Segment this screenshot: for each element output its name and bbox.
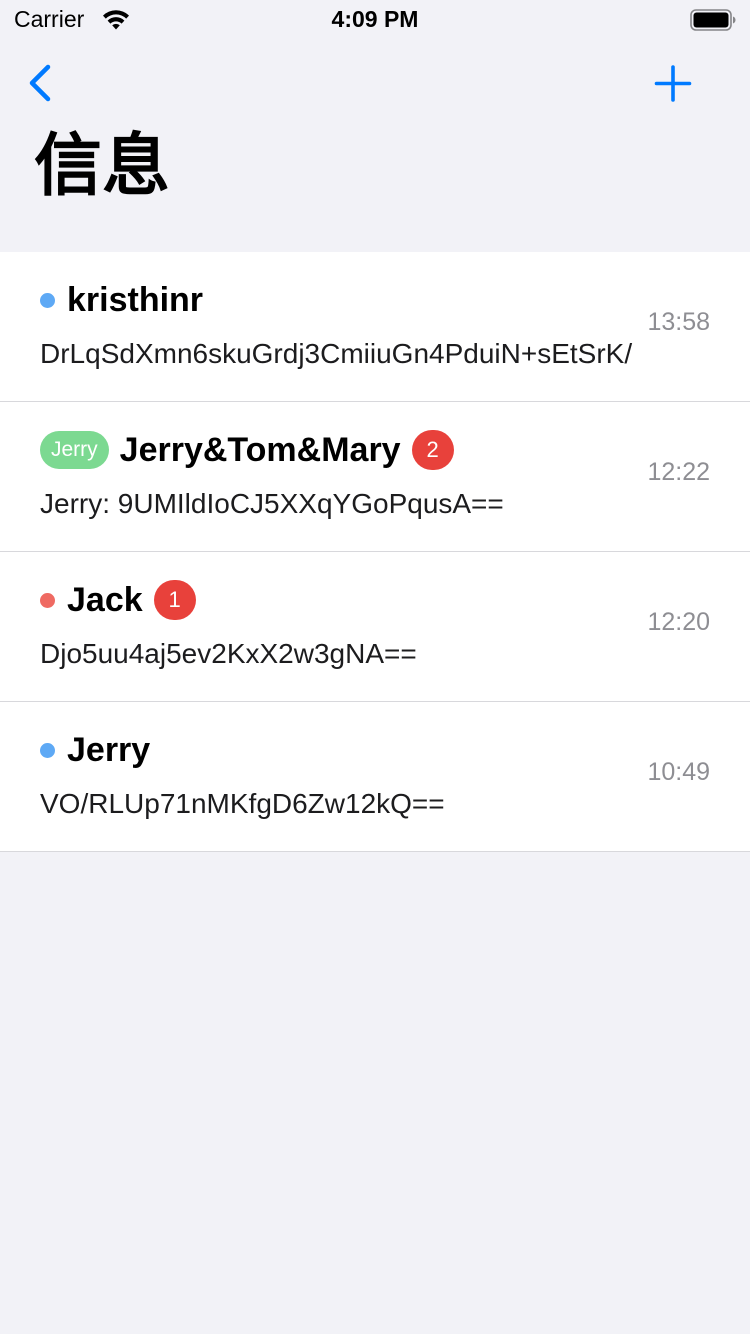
message-time: 12:22 <box>647 458 710 486</box>
message-preview: VO/RLUp71nMKfgD6Zw12kQ== <box>40 788 445 819</box>
conversation-row[interactable]: Jerry VO/RLUp71nMKfgD6Zw12kQ== 10:49 <box>0 702 750 852</box>
chevron-left-icon <box>29 64 51 102</box>
row-head: kristhinr <box>40 276 203 324</box>
unread-badge: 1 <box>153 580 196 620</box>
compose-add-button[interactable] <box>650 62 696 106</box>
page-title: 信息 <box>34 128 171 204</box>
status-dot <box>40 742 55 758</box>
message-preview: Djo5uu4aj5ev2KxX2w3gNA== <box>40 638 417 669</box>
message-time: 13:58 <box>647 308 710 336</box>
message-time: 10:49 <box>647 758 710 786</box>
message-preview: Jerry: 9UMIldIoCJ5XXqYGoPqusA== <box>40 488 504 519</box>
conversation-name: Jerry <box>67 730 151 769</box>
conversation-list: kristhinr DrLqSdXmn6skuGrdj3CmiiuGn4Pdui… <box>0 252 750 852</box>
row-head: Jerry Jerry&Tom&Mary 2 <box>40 426 454 474</box>
conversation-row[interactable]: Jerry Jerry&Tom&Mary 2 Jerry: 9UMIldIoCJ… <box>0 402 750 552</box>
unread-badge: 2 <box>411 430 454 470</box>
conversation-name: kristhinr <box>67 280 204 319</box>
conversation-name: Jack <box>67 580 143 619</box>
battery-icon <box>690 9 736 31</box>
status-time: 4:09 PM <box>331 6 419 32</box>
messages-screen: Carrier 4:09 PM 信息 kristhinr DrLqSdXmn6s… <box>0 0 750 1334</box>
conversation-row[interactable]: kristhinr DrLqSdXmn6skuGrdj3CmiiuGn4Pdui… <box>0 252 750 402</box>
row-head: Jerry <box>40 726 150 774</box>
plus-icon <box>654 65 692 102</box>
conversation-row[interactable]: Jack 1 Djo5uu4aj5ev2KxX2w3gNA== 12:20 <box>0 552 750 702</box>
status-bar: Carrier 4:09 PM <box>0 0 750 40</box>
row-head: Jack 1 <box>40 576 196 624</box>
back-button[interactable] <box>22 62 58 106</box>
message-time: 12:20 <box>647 608 710 636</box>
conversation-name: Jerry&Tom&Mary <box>119 430 401 469</box>
message-preview: DrLqSdXmn6skuGrdj3CmiiuGn4PduiN+sEtSrK/ <box>40 338 633 369</box>
status-dot <box>40 592 55 608</box>
sender-tag: Jerry <box>40 431 109 469</box>
status-dot <box>40 292 55 308</box>
